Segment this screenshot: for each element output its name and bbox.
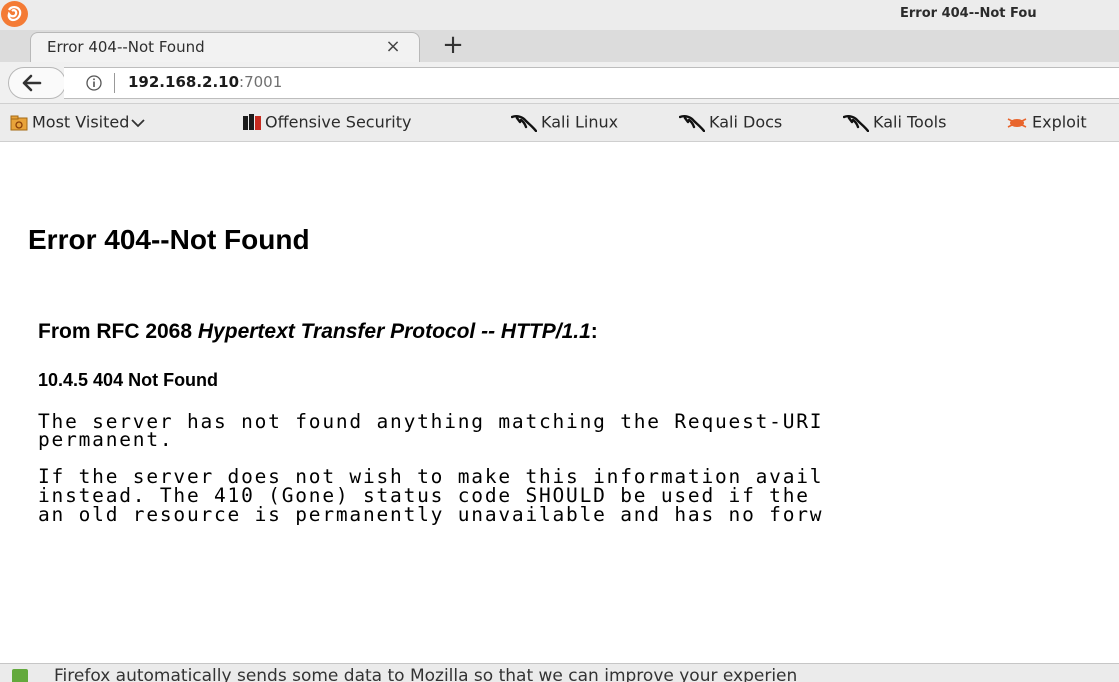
window-title: Error 404--Not Fou [900,6,1037,21]
rfc-title: Hypertext Transfer Protocol -- HTTP/1.1 [197,320,591,343]
notification-bar: Firefox automatically sends some data to… [0,663,1119,682]
paragraph-2-line-3: an old resource is permanently unavailab… [38,503,824,526]
firefox-icon [1,1,28,27]
paragraph-1-line-2: permanent. [38,428,174,451]
page-content: Error 404--Not Found From RFC 2068 Hyper… [0,142,1119,663]
tab-active[interactable]: Error 404--Not Found × [30,32,420,63]
bookmark-kali-tools[interactable]: Kali Tools [843,110,946,134]
back-button[interactable] [8,67,66,99]
chevron-down-icon [131,118,146,127]
tab-close-icon[interactable]: × [383,37,403,57]
kali-dragon-icon [511,114,537,132]
url-host: 192.168.2.10 [128,73,240,91]
bookmark-offensive-security[interactable]: Offensive Security [243,110,411,134]
tab-title: Error 404--Not Found [47,38,205,56]
info-badge-icon [12,669,28,682]
offsec-icon [243,113,261,130]
bookmarks-bar: Most Visited Offensive Security Kali Lin… [0,104,1119,142]
bookmark-most-visited[interactable]: Most Visited [10,110,146,134]
back-arrow-icon [22,74,42,92]
navigation-bar: 192.168.2.10:7001 [0,62,1119,104]
new-tab-button[interactable]: + [440,32,466,59]
url-text[interactable]: 192.168.2.10:7001 [128,73,282,91]
bookmark-kali-linux[interactable]: Kali Linux [511,110,618,134]
url-bar[interactable]: 192.168.2.10:7001 [64,67,1119,99]
kali-dragon-icon [679,114,705,132]
browser-window: Error 404--Not Fou Error 404--Not Found … [0,0,1119,682]
kali-dragon-icon [843,114,869,132]
tab-strip: Error 404--Not Found × + [0,30,1119,63]
bookmark-kali-docs[interactable]: Kali Docs [679,110,782,134]
bookmark-exploit-db[interactable]: Exploit [1006,110,1087,134]
folder-icon [10,115,28,130]
info-icon[interactable] [86,75,102,91]
section-heading: 10.4.5 404 Not Found [38,370,219,390]
url-separator [114,73,115,93]
page-heading: Error 404--Not Found [28,224,310,255]
notification-text: Firefox automatically sends some data to… [54,666,798,682]
exploit-db-icon [1007,117,1027,128]
url-port: :7001 [239,73,283,91]
rfc-heading: From RFC 2068 Hypertext Transfer Protoco… [38,320,598,344]
rfc-suffix: : [590,320,598,343]
title-bar: Error 404--Not Fou [0,0,1119,30]
rfc-prefix: From RFC 2068 [38,320,198,343]
